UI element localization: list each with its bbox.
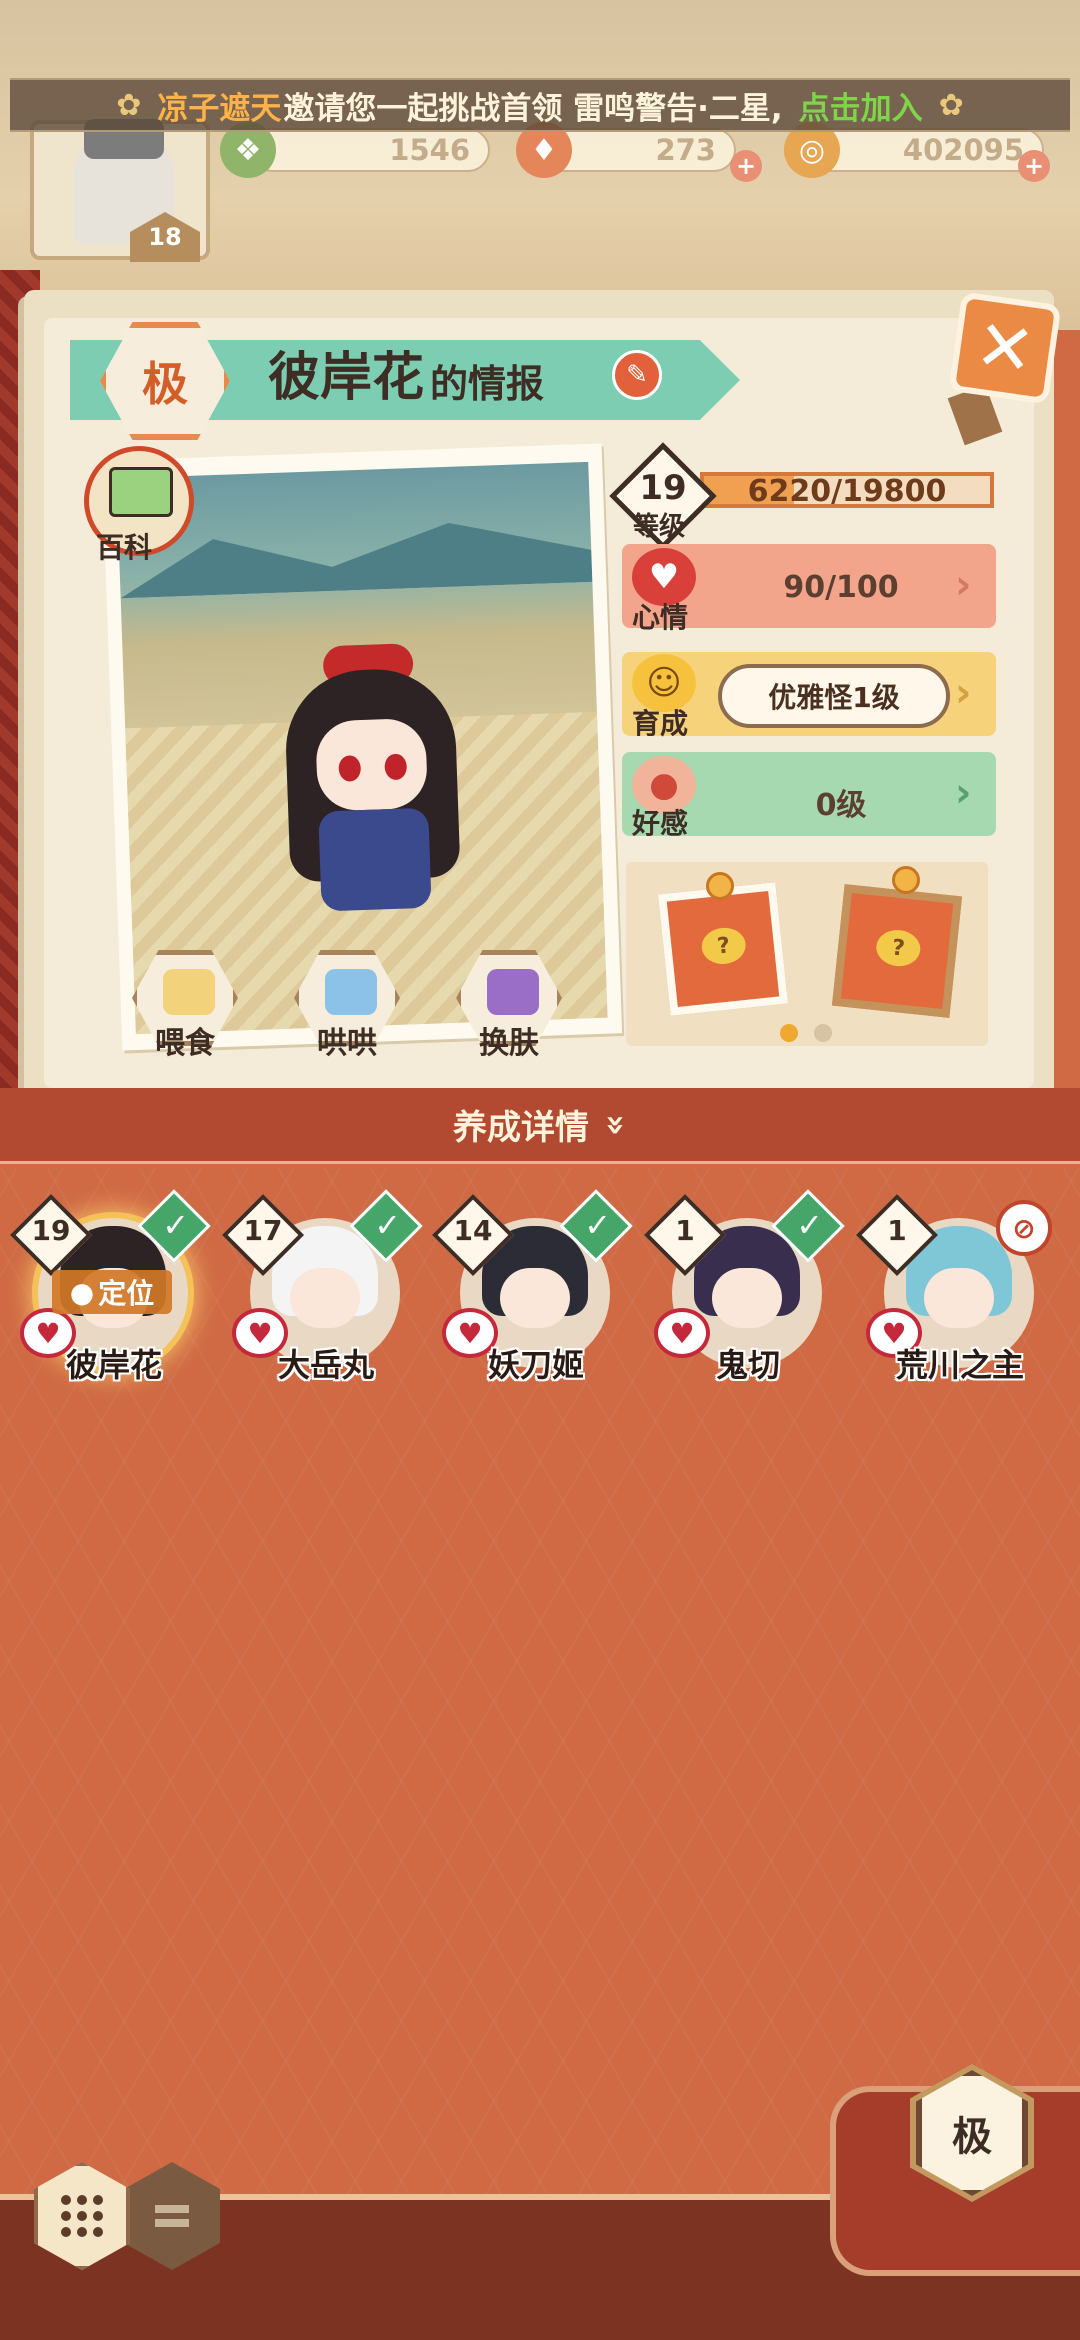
mood-label: 心情 [632,601,689,634]
ramen-icon [163,969,215,1015]
add-stamina-button[interactable]: + [730,150,762,182]
locate-label: 定位 [98,1277,155,1310]
double-chevron-down-icon: » [596,1113,636,1136]
card-name: 荒川之主 [895,1346,1024,1384]
close-icon: ✕ [970,303,1040,393]
nurture-label: 育成 [632,707,689,740]
chevron-right-icon: › [955,670,972,716]
exp-text: 6220/19800 [747,474,947,509]
mood-value: 90/100 [783,570,899,605]
flower-icon: ✿ [116,87,142,123]
portrait-face [500,1268,570,1328]
portrait-face [290,1268,360,1328]
nurture-value: 优雅怪1级 [768,681,900,714]
chevron-right-icon: › [955,770,972,816]
close-button[interactable]: ✕ [948,291,1062,405]
pin-icon [706,872,734,900]
milk-icon [325,969,377,1015]
card-level: 1 [887,1214,907,1247]
location-pin-icon: ● [69,1275,95,1309]
stamina-value: 273 [655,133,716,167]
roster-card[interactable]: 1 ✓ ♥ 鬼切 [643,1189,845,1384]
coin-counter[interactable]: 402095 [808,128,1044,172]
card-name: 妖刀姬 [487,1346,584,1384]
photo-scene [116,461,608,1035]
title-suffix: 的情报 [430,362,545,406]
affection-value: 0级 [815,788,867,823]
roster-card[interactable]: 17 ✓ ♥ 大岳丸 [221,1189,423,1384]
coin-value: 402095 [902,133,1024,167]
character-body[interactable] [318,807,432,912]
roster-card[interactable]: 19 ✓ ♥ ● 定位 彼岸花 [9,1189,211,1384]
affection-label: 好感 [632,807,689,840]
gift-card[interactable]: ? [831,884,963,1018]
card-level: 17 [243,1214,283,1247]
page-dot[interactable] [814,1024,832,1042]
gift-card[interactable]: ? [657,882,789,1016]
feed-label: 喂食 [155,1026,215,1061]
page-dot-active[interactable] [780,1024,798,1042]
grid-icon [61,2195,103,2237]
invite-message: 邀请您一起挑战首领 雷鸣警告·二星, [283,90,783,127]
locate-button[interactable]: ● 定位 [52,1270,172,1314]
card-level: 1 [675,1214,695,1247]
skin-icon [487,969,539,1015]
flower-icon: ✿ [938,87,964,123]
roster-card[interactable]: 14 ✓ ♥ 妖刀姬 [431,1189,633,1384]
card-level: 19 [31,1214,71,1247]
rarity-filter-label: 极 [952,2114,992,2160]
details-label: 养成详情 [453,1108,590,1148]
mystery-gift-icon: ? [699,925,748,967]
mystery-gift-icon: ? [874,927,923,969]
encyclopedia-label: 百科 [96,531,153,564]
join-link[interactable]: 点击加入 [799,83,923,128]
add-coin-button[interactable]: + [1018,150,1050,182]
nurture-status: 优雅怪1级 [718,664,950,728]
inviter-name: 凉子遮天 [157,90,282,127]
pin-icon [892,866,920,894]
page-title: 彼岸花 的情报 [268,348,545,410]
card-name: 彼岸花 [65,1346,162,1384]
card-name: 鬼切 [715,1346,780,1384]
portrait-face [924,1268,994,1328]
skin-label: 换肤 [479,1026,539,1061]
jade-value: 1546 [389,133,470,167]
invite-banner[interactable]: ✿ 凉子遮天 邀请您一起挑战首领 雷鸣警告·二星, 点击加入 ✿ [10,78,1070,132]
character-face [315,717,429,812]
chevron-right-icon: › [955,562,972,608]
pencil-icon: ✎ [626,360,648,390]
book-icon [109,467,173,517]
locked-icon: ⊘ [996,1200,1052,1256]
portrait-face [712,1268,782,1328]
level-label: 等级 [633,512,686,542]
rarity-badge-text: 极 [142,357,188,411]
card-name: 大岳丸 [277,1346,374,1384]
card-level: 14 [453,1214,493,1247]
list-icon [155,2205,189,2227]
edit-name-button[interactable]: ✎ [612,350,662,400]
jade-counter[interactable]: 1546 [250,128,490,172]
shikigami-name: 彼岸花 [268,348,425,408]
coax-label: 哄哄 [317,1026,377,1061]
nurture-details-toggle[interactable]: 养成详情 » [0,1088,1080,1164]
roster-card[interactable]: 1 ⊘ ♥ 荒川之主 [855,1193,1052,1384]
level-value: 19 [639,468,687,508]
